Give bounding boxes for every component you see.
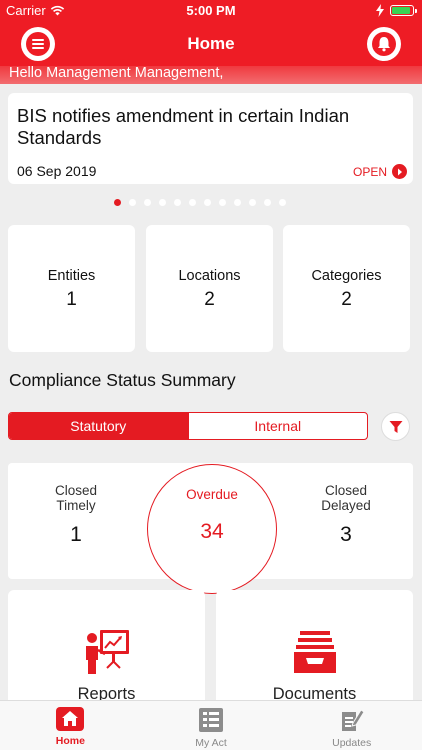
overdue-value: 34 <box>200 520 224 543</box>
closed-delayed-value: 3 <box>340 523 352 546</box>
closed-timely-label-1: Closed <box>54 483 98 498</box>
tab-updates-label: Updates <box>332 737 372 749</box>
pager-dot[interactable] <box>189 199 196 206</box>
closed-delayed-stat[interactable]: Closed Delayed 3 <box>291 483 401 547</box>
charging-icon <box>376 4 384 17</box>
closed-timely-stat[interactable]: Closed Timely 1 <box>21 483 131 547</box>
stat-value: 2 <box>341 289 352 310</box>
stat-label: Entities <box>47 268 96 284</box>
section-title: Compliance Status Summary <box>9 370 236 390</box>
carousel-pager[interactable] <box>0 199 422 206</box>
pager-dot[interactable] <box>279 199 286 206</box>
pager-dot[interactable] <box>174 199 181 206</box>
tab-updates[interactable]: Updates <box>281 701 422 750</box>
filter-icon <box>389 420 402 433</box>
pager-dot[interactable] <box>204 199 211 206</box>
categories-card[interactable]: Categories 2 <box>283 225 410 352</box>
closed-delayed-label-1: Closed <box>324 483 368 498</box>
overdue-stat[interactable]: Overdue 34 <box>147 464 277 594</box>
tab-my-act[interactable]: My Act <box>141 701 282 750</box>
archive-tray-icon <box>293 631 336 673</box>
locations-card[interactable]: Locations 2 <box>146 225 273 352</box>
closed-delayed-label-2: Delayed <box>321 498 371 513</box>
open-news-button[interactable]: OPEN <box>353 164 407 179</box>
bell-icon <box>372 32 396 56</box>
overdue-label: Overdue <box>186 487 238 502</box>
chevron-right-icon <box>392 164 407 179</box>
edit-document-icon <box>341 709 365 731</box>
pager-dot[interactable] <box>234 199 241 206</box>
clock: 5:00 PM <box>186 3 236 18</box>
closed-timely-value: 1 <box>70 523 82 546</box>
stat-value: 2 <box>204 289 215 310</box>
nav-bar: Home <box>0 22 422 66</box>
pager-dot[interactable] <box>144 199 151 206</box>
battery-icon <box>390 5 417 16</box>
stat-label: Categories <box>311 268 382 284</box>
compliance-type-toggle: Statutory Internal <box>8 412 368 440</box>
news-headline: BIS notifies amendment in certain Indian… <box>17 105 350 148</box>
closed-timely-label-2: Timely <box>56 498 96 513</box>
pager-dot[interactable] <box>114 199 121 206</box>
tab-home[interactable]: Home <box>0 701 141 750</box>
presentation-icon <box>85 630 129 674</box>
pager-dot[interactable] <box>219 199 226 206</box>
stat-label: Locations <box>178 268 241 284</box>
home-icon <box>56 707 85 731</box>
news-date: 06 Sep 2019 <box>17 163 97 179</box>
pager-dot[interactable] <box>264 199 271 206</box>
tab-statutory[interactable]: Statutory <box>9 413 188 439</box>
pager-dot[interactable] <box>159 199 166 206</box>
filter-button[interactable] <box>381 412 410 441</box>
pager-dot[interactable] <box>129 199 136 206</box>
greeting-banner: Hello Management Management, <box>0 66 422 84</box>
entities-card[interactable]: Entities 1 <box>8 225 135 352</box>
tab-home-label: Home <box>55 735 85 747</box>
page-title: Home <box>187 34 235 53</box>
document-list-icon <box>199 708 223 732</box>
open-label: OPEN <box>352 164 387 179</box>
tab-my-act-label: My Act <box>195 737 227 749</box>
stat-value: 1 <box>66 289 77 310</box>
notifications-button[interactable] <box>367 27 401 61</box>
pager-dot[interactable] <box>249 199 256 206</box>
status-bar: Carrier 5:00 PM <box>0 0 422 22</box>
tab-internal[interactable]: Internal <box>187 413 368 439</box>
bottom-tab-bar: Home My Act Updates <box>0 700 422 750</box>
